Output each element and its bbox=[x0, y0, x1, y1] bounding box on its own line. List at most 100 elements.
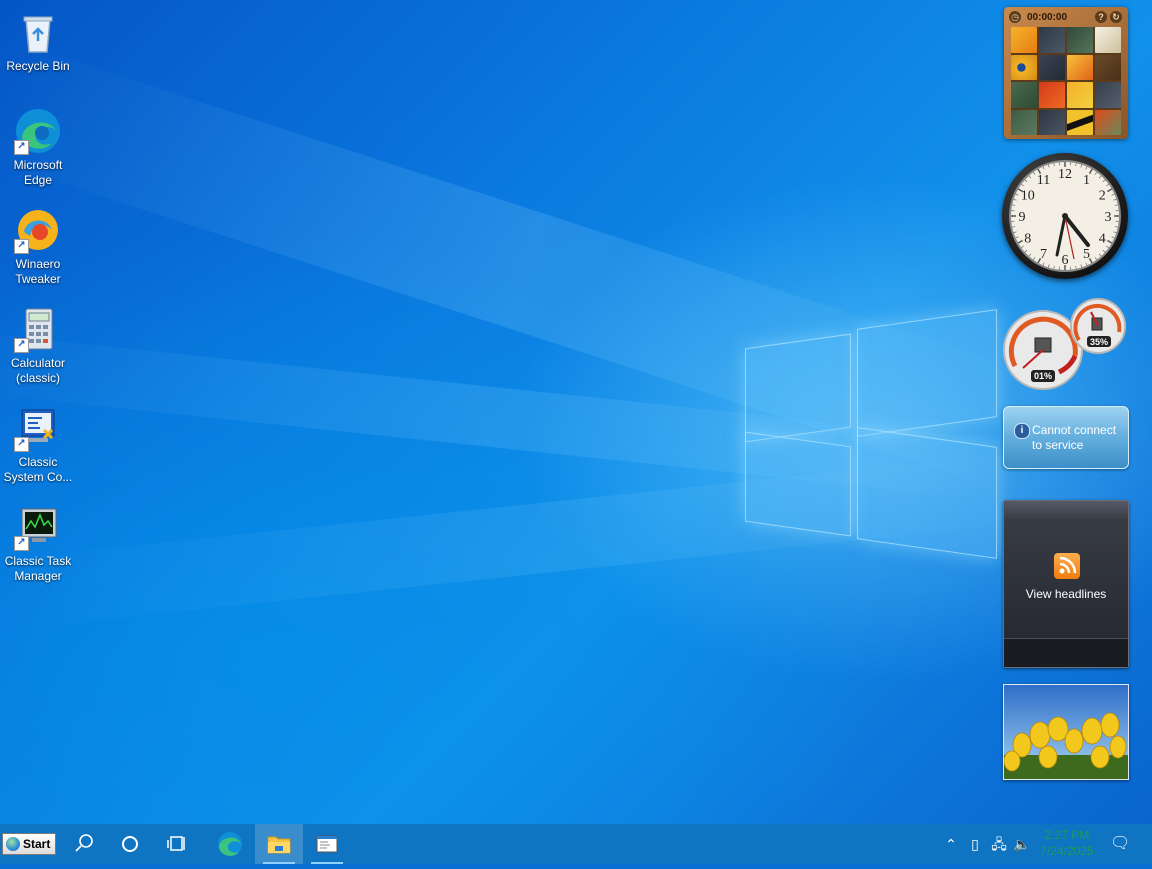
desktop-icon-recycle-bin[interactable]: Recycle Bin bbox=[0, 8, 76, 74]
feed-footer bbox=[1004, 638, 1128, 667]
volume-icon[interactable]: 🔈 bbox=[1013, 835, 1031, 853]
start-button[interactable]: Start bbox=[2, 833, 56, 855]
desktop-icon-classic-task-manager[interactable]: ↗ Classic Task Manager bbox=[0, 503, 76, 584]
cortana-button[interactable] bbox=[106, 824, 154, 864]
clock-numeral: 7 bbox=[1040, 247, 1047, 262]
clock-numeral: 6 bbox=[1062, 253, 1069, 268]
weather-error-message: Cannot connect to service bbox=[1032, 423, 1126, 453]
puzzle-tile[interactable] bbox=[1039, 55, 1065, 81]
info-icon: i bbox=[1014, 423, 1030, 439]
tulips-photo bbox=[1004, 685, 1128, 779]
puzzle-tile[interactable] bbox=[1011, 55, 1037, 81]
desktop-icon-winaero-tweaker[interactable]: ↗ Winaero Tweaker bbox=[0, 206, 76, 287]
rss-icon bbox=[1054, 553, 1080, 579]
desktop-icon-microsoft-edge[interactable]: ↗ Microsoft Edge bbox=[0, 107, 76, 188]
puzzle-tile[interactable] bbox=[1067, 27, 1093, 53]
desktop-icon-label: Recycle Bin bbox=[0, 59, 76, 74]
task-manager-icon: ↗ bbox=[14, 503, 62, 551]
desktop-icon-label: Classic System Co... bbox=[0, 455, 76, 485]
view-headlines-link[interactable]: View headlines bbox=[1004, 587, 1128, 601]
battery-icon[interactable]: ▯ bbox=[966, 835, 984, 853]
shortcut-arrow-icon: ↗ bbox=[14, 239, 29, 254]
shortcut-arrow-icon: ↗ bbox=[14, 536, 29, 551]
puzzle-tile[interactable] bbox=[1067, 82, 1093, 108]
recycle-bin-icon bbox=[14, 8, 62, 56]
puzzle-timer: 00:00:00 bbox=[1027, 12, 1067, 23]
puzzle-shuffle-icon[interactable]: ↻ bbox=[1110, 11, 1122, 23]
tray-clock[interactable]: 2:27 PM 7/24/2025 bbox=[1036, 827, 1098, 861]
search-button[interactable] bbox=[60, 824, 108, 864]
puzzle-tile[interactable] bbox=[1095, 82, 1121, 108]
desktop-icon-label: Calculator (classic) bbox=[0, 356, 76, 386]
clock-numeral: 8 bbox=[1024, 232, 1031, 247]
cortana-icon bbox=[106, 824, 154, 864]
clock-numeral: 11 bbox=[1037, 173, 1050, 188]
file-explorer-icon bbox=[255, 824, 303, 864]
clock-numeral: 9 bbox=[1019, 210, 1026, 225]
cpu-meter-gadget[interactable]: 01% 35% bbox=[1003, 296, 1127, 391]
taskbar-file-explorer-button[interactable] bbox=[255, 824, 303, 864]
feed-header bbox=[1004, 501, 1128, 519]
edge-icon bbox=[206, 824, 254, 864]
task-view-icon bbox=[154, 824, 202, 864]
taskbar-edge-button[interactable] bbox=[206, 824, 254, 864]
puzzle-tile[interactable] bbox=[1011, 110, 1037, 136]
show-hidden-icons-chevron-icon[interactable]: ⌃ bbox=[942, 835, 960, 853]
clock-numeral: 4 bbox=[1099, 232, 1106, 247]
clock-time: 2:27 PM bbox=[1036, 827, 1098, 843]
clock-numeral: 10 bbox=[1021, 189, 1035, 204]
clock-gadget[interactable]: 12 12 3 45678 9 1011 bbox=[1002, 153, 1128, 279]
action-center-icon[interactable]: 🗨 bbox=[1110, 835, 1128, 853]
weather-message-line: to service bbox=[1032, 438, 1126, 453]
desktop-icon-label: Winaero Tweaker bbox=[0, 257, 76, 287]
clock-numeral: 12 bbox=[1058, 167, 1072, 182]
desktop-wallpaper bbox=[0, 0, 1152, 824]
puzzle-tile[interactable] bbox=[1011, 82, 1037, 108]
windows-orb-icon bbox=[6, 837, 20, 851]
puzzle-tile[interactable] bbox=[1067, 55, 1093, 81]
puzzle-tile[interactable] bbox=[1039, 27, 1065, 53]
puzzle-pause-icon[interactable]: ◷ bbox=[1009, 11, 1021, 23]
calculator-icon: ↗ bbox=[14, 305, 62, 353]
desktop-icon-calculator[interactable]: ↗ Calculator (classic) bbox=[0, 305, 76, 386]
start-label: Start bbox=[23, 837, 50, 851]
weather-gadget[interactable]: i Cannot connect to service bbox=[1003, 406, 1129, 469]
task-view-button[interactable] bbox=[154, 824, 202, 864]
picture-puzzle-gadget[interactable]: ◷ 00:00:00 ? ↻ bbox=[1004, 7, 1128, 139]
puzzle-tile[interactable] bbox=[1011, 27, 1037, 53]
puzzle-tile[interactable] bbox=[1095, 55, 1121, 81]
puzzle-tile[interactable] bbox=[1067, 110, 1093, 136]
cpu-usage-value: 01% bbox=[1031, 371, 1055, 381]
taskbar-notepad-button[interactable] bbox=[303, 824, 351, 864]
desktop-icon-label: Classic Task Manager bbox=[0, 554, 76, 584]
puzzle-help-icon[interactable]: ? bbox=[1095, 11, 1107, 23]
clock-face: 12 12 3 45678 9 1011 bbox=[1002, 153, 1128, 279]
shortcut-arrow-icon: ↗ bbox=[14, 140, 29, 155]
puzzle-board[interactable] bbox=[1011, 27, 1121, 135]
puzzle-tile[interactable] bbox=[1039, 82, 1065, 108]
windows-logo bbox=[745, 305, 995, 560]
puzzle-toolbar: ◷ 00:00:00 ? ↻ bbox=[1009, 10, 1123, 26]
winaero-tweaker-icon: ↗ bbox=[14, 206, 62, 254]
desktop-icon-label: Microsoft Edge bbox=[0, 158, 76, 188]
system-config-icon: ↗ bbox=[14, 404, 62, 452]
puzzle-tile[interactable] bbox=[1095, 110, 1121, 136]
clock-numeral: 1 bbox=[1083, 173, 1090, 188]
puzzle-tile[interactable] bbox=[1095, 27, 1121, 53]
clock-numeral: 3 bbox=[1105, 210, 1112, 225]
ram-usage-value: 35% bbox=[1087, 337, 1111, 347]
clock-numeral: 2 bbox=[1099, 189, 1106, 204]
edge-icon: ↗ bbox=[14, 107, 62, 155]
shortcut-arrow-icon: ↗ bbox=[14, 437, 29, 452]
clock-date: 7/24/2025 bbox=[1036, 843, 1098, 859]
feed-headlines-gadget[interactable]: View headlines bbox=[1003, 500, 1129, 668]
desktop-icon-classic-system-config[interactable]: ↗ Classic System Co... bbox=[0, 404, 76, 485]
weather-message-line: Cannot connect bbox=[1032, 423, 1126, 438]
clock-numeral: 5 bbox=[1083, 247, 1090, 262]
shortcut-arrow-icon: ↗ bbox=[14, 338, 29, 353]
network-icon[interactable]: 🖧 bbox=[990, 835, 1008, 853]
slideshow-gadget[interactable] bbox=[1003, 684, 1129, 780]
notepad-icon bbox=[303, 824, 351, 864]
taskbar: Start bbox=[0, 824, 1152, 864]
puzzle-tile[interactable] bbox=[1039, 110, 1065, 136]
